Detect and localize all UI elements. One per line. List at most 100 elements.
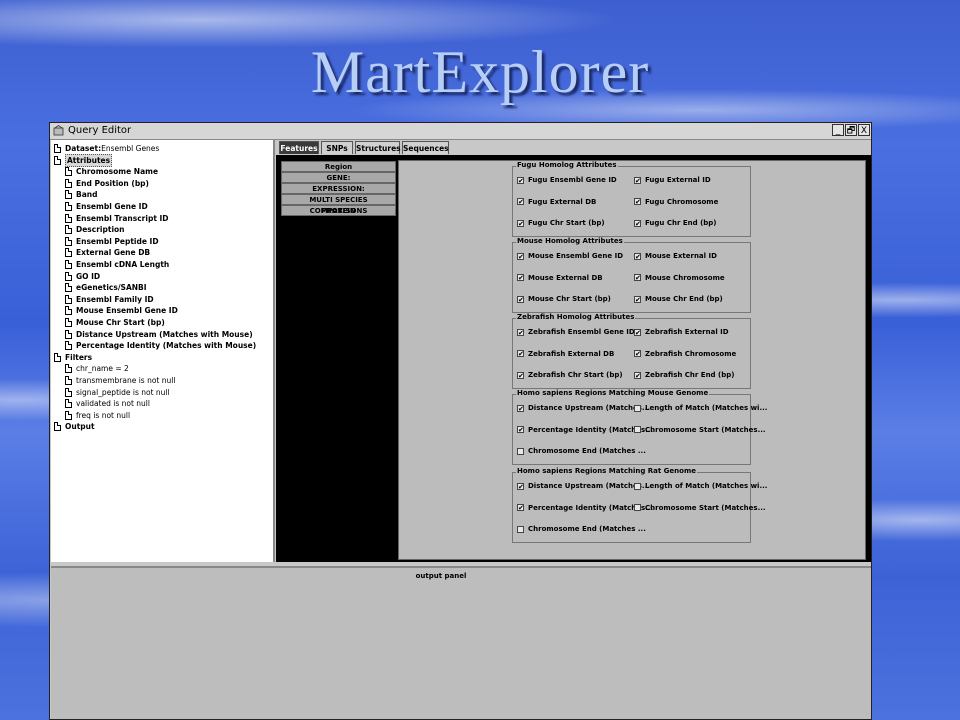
attribute-checkbox[interactable]: ✔ Fugu Chromosome	[634, 198, 718, 206]
tree-leaf[interactable]: chr_name = 2	[65, 363, 129, 374]
tree-leaf[interactable]: Ensembl Gene ID	[65, 201, 148, 212]
tree-leaf[interactable]: Description	[65, 224, 125, 235]
tree-leaf[interactable]: Percentage Identity (Matches with Mouse)	[65, 340, 256, 351]
tree-leaf[interactable]: Mouse Ensembl Gene ID	[65, 305, 178, 316]
tree-leaf[interactable]: transmembrane is not null	[65, 375, 175, 386]
attribute-checkbox[interactable]: ✔ Percentage Identity (Matches...	[517, 426, 653, 434]
attribute-checkbox[interactable]: Chromosome Start (Matches...	[634, 426, 766, 434]
checkbox-checked-icon[interactable]: ✔	[517, 176, 524, 184]
attribute-checkbox[interactable]: ✔ Percentage Identity (Matches...	[517, 504, 653, 512]
checkbox-checked-icon[interactable]: ✔	[634, 328, 641, 336]
category-expression[interactable]: EXPRESSION:	[281, 183, 396, 194]
category-multi-species[interactable]: MULTI SPECIES COMPARISONS	[281, 194, 396, 215]
tree-leaf[interactable]: Band	[65, 189, 98, 200]
attribute-checkbox[interactable]: ✔ Mouse External DB	[517, 274, 603, 282]
tree-label: chr_name = 2	[76, 364, 129, 374]
checkbox-checked-icon[interactable]: ✔	[517, 371, 524, 379]
tree-leaf[interactable]: External Gene DB	[65, 247, 150, 258]
tree-leaf[interactable]: Ensembl Family ID	[65, 294, 154, 305]
tree-leaf[interactable]: signal_peptide is not null	[65, 387, 170, 398]
restore-button[interactable]: 🗗	[845, 124, 857, 136]
attribute-checkbox[interactable]: ✔ Fugu Ensembl Gene ID	[517, 176, 617, 184]
attribute-checkbox[interactable]: ✔ Mouse Chr Start (bp)	[517, 295, 611, 303]
attribute-checkbox[interactable]: ✔ Mouse Chr End (bp)	[634, 295, 723, 303]
checkbox-checked-icon[interactable]: ✔	[517, 482, 524, 490]
attribute-checkbox[interactable]: ✔ Zebrafish Chr End (bp)	[634, 371, 734, 379]
tree-leaf[interactable]: Ensembl cDNA Length	[65, 259, 169, 270]
tree-node[interactable]: Attributes	[54, 153, 113, 167]
attribute-checkbox[interactable]: ✔ Zebrafish Chromosome	[634, 350, 736, 358]
checkbox-unchecked-icon[interactable]	[517, 447, 524, 455]
tab-structures[interactable]: Structures	[355, 141, 401, 154]
checkbox-checked-icon[interactable]: ✔	[517, 198, 524, 206]
attribute-checkbox[interactable]: Chromosome End (Matches ...	[517, 525, 646, 533]
tree-leaf[interactable]: Chromosome Name	[65, 166, 158, 177]
category-region[interactable]: Region	[281, 161, 396, 172]
checkbox-checked-icon[interactable]: ✔	[517, 219, 524, 227]
checkbox-checked-icon[interactable]: ✔	[517, 328, 524, 336]
tree-node[interactable]: Dataset: Ensembl Genes	[54, 143, 159, 154]
category-protein[interactable]: PROTEIN	[281, 205, 396, 216]
close-button[interactable]: X	[858, 124, 870, 136]
tree-leaf[interactable]: eGenetics/SANBI	[65, 282, 147, 293]
tree-leaf[interactable]: GO ID	[65, 271, 100, 282]
checkbox-checked-icon[interactable]: ✔	[517, 252, 524, 260]
tree-node[interactable]: Filters	[54, 352, 92, 363]
checkbox-checked-icon[interactable]: ✔	[634, 371, 641, 379]
checkbox-checked-icon[interactable]: ✔	[634, 274, 641, 282]
window-titlebar[interactable]: Query Editor _ 🗗 X	[50, 123, 871, 140]
checkbox-unchecked-icon[interactable]	[634, 404, 641, 412]
tree-leaf[interactable]: Ensembl Transcript ID	[65, 213, 169, 224]
tree-node[interactable]: Output	[54, 421, 95, 432]
attribute-checkbox[interactable]: Chromosome End (Matches ...	[517, 447, 646, 455]
tab-sequences[interactable]: Sequences	[402, 141, 449, 154]
attribute-checkbox[interactable]: ✔ Distance Upstream (Matches...	[517, 404, 650, 412]
tree-leaf[interactable]: validated is not null	[65, 398, 150, 409]
checkbox-unchecked-icon[interactable]	[634, 482, 641, 490]
checkbox-checked-icon[interactable]: ✔	[634, 252, 641, 260]
attribute-checkbox[interactable]: ✔ Zebrafish Chr Start (bp)	[517, 371, 623, 379]
checkbox-checked-icon[interactable]: ✔	[634, 219, 641, 227]
checkbox-checked-icon[interactable]: ✔	[634, 198, 641, 206]
checkbox-checked-icon[interactable]: ✔	[634, 176, 641, 184]
attribute-checkbox[interactable]: ✔ Mouse Ensembl Gene ID	[517, 252, 623, 260]
checkbox-checked-icon[interactable]: ✔	[517, 404, 524, 412]
attribute-checkbox[interactable]: ✔ Fugu Chr End (bp)	[634, 219, 717, 227]
tab-snps[interactable]: SNPs	[321, 141, 353, 154]
checkbox-label: Chromosome End (Matches ...	[528, 447, 646, 455]
group-title: Fugu Homolog Attributes	[516, 161, 618, 169]
checkbox-checked-icon[interactable]: ✔	[634, 295, 641, 303]
checkbox-label: Chromosome End (Matches ...	[528, 525, 646, 533]
checkbox-unchecked-icon[interactable]	[634, 426, 641, 433]
checkbox-checked-icon[interactable]: ✔	[517, 350, 524, 358]
checkbox-label: Fugu External DB	[528, 197, 597, 206]
checkbox-checked-icon[interactable]: ✔	[517, 504, 524, 512]
attribute-checkbox[interactable]: Chromosome Start (Matches...	[634, 504, 766, 512]
tree-leaf[interactable]: freq is not null	[65, 410, 130, 421]
attribute-checkbox[interactable]: ✔ Zebrafish External DB	[517, 350, 614, 358]
attribute-checkbox[interactable]: Length of Match (Matches wi...	[634, 482, 767, 490]
tree-leaf[interactable]: Ensembl Peptide ID	[65, 236, 159, 247]
checkbox-checked-icon[interactable]: ✔	[634, 350, 641, 358]
attribute-checkbox[interactable]: ✔ Fugu Chr Start (bp)	[517, 219, 605, 227]
minimize-button[interactable]: _	[832, 124, 844, 136]
attribute-checkbox[interactable]: Length of Match (Matches wi...	[634, 404, 767, 412]
attribute-checkbox[interactable]: ✔ Fugu External ID	[634, 176, 711, 184]
attribute-checkbox[interactable]: ✔ Zebrafish Ensembl Gene ID	[517, 328, 635, 336]
attribute-checkbox[interactable]: ✔ Zebrafish External ID	[634, 328, 729, 336]
attribute-checkbox[interactable]: ✔ Fugu External DB	[517, 198, 596, 206]
checkbox-checked-icon[interactable]: ✔	[517, 426, 524, 434]
attribute-checkbox[interactable]: ✔ Distance Upstream (Matches...	[517, 482, 650, 490]
checkbox-checked-icon[interactable]: ✔	[517, 274, 524, 282]
tree-leaf[interactable]: Mouse Chr Start (bp)	[65, 317, 165, 328]
checkbox-unchecked-icon[interactable]	[634, 504, 641, 511]
attribute-checkbox[interactable]: ✔ Mouse Chromosome	[634, 274, 725, 282]
category-gene[interactable]: GENE:	[281, 172, 396, 183]
checkbox-unchecked-icon[interactable]	[517, 525, 524, 533]
tree-leaf[interactable]: Distance Upstream (Matches with Mouse)	[65, 329, 253, 340]
document-icon	[65, 213, 72, 223]
attribute-checkbox[interactable]: ✔ Mouse External ID	[634, 252, 717, 260]
tab-features[interactable]: Features	[279, 141, 319, 154]
checkbox-checked-icon[interactable]: ✔	[517, 295, 524, 303]
tree-leaf[interactable]: End Position (bp)	[65, 178, 149, 189]
